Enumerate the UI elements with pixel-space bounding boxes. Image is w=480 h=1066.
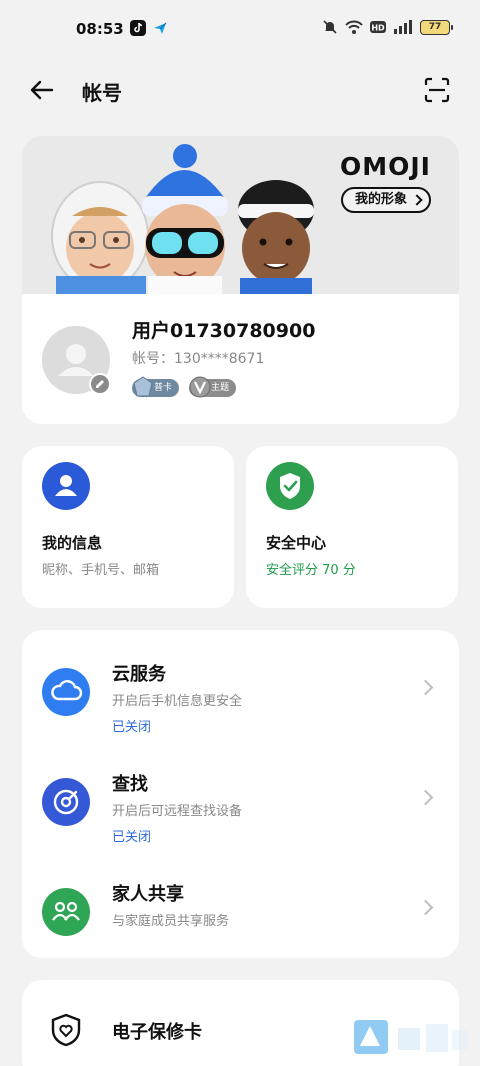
- my-info-subtitle: 昵称、手机号、邮箱: [42, 563, 160, 578]
- security-center-title: 安全中心: [266, 534, 327, 552]
- services-card: 云服务 开启后手机信息更安全 已关闭 查找 开启后可远程查找设备 已关闭 家人共…: [22, 630, 459, 958]
- family-sharing-row[interactable]: 家人共享 与家庭成员共享服务: [22, 880, 459, 980]
- avatar-edit-button[interactable]: [89, 373, 111, 395]
- watermark-logo: [354, 1020, 468, 1054]
- header: 帐号: [0, 68, 480, 112]
- my-info-card[interactable]: 我的信息 昵称、手机号、邮箱: [22, 446, 234, 608]
- status-right-icons: HD 77: [322, 19, 453, 35]
- user-name: 用户01730780900: [132, 320, 316, 342]
- account-number: 帐号：130****8671: [132, 351, 265, 367]
- omoji-logo: OMOJI: [340, 152, 431, 181]
- pencil-icon: [96, 380, 104, 388]
- battery-icon: 77: [420, 19, 453, 35]
- security-center-card[interactable]: 安全中心 安全评分 70 分: [246, 446, 458, 608]
- my-avatar-button[interactable]: 我的形象: [340, 187, 431, 213]
- page-title: 帐号: [82, 81, 122, 105]
- svg-text:HD: HD: [371, 24, 385, 33]
- omoji-banner[interactable]: OMOJI 我的形象: [22, 136, 459, 294]
- find-device-subtitle: 开启后可远程查找设备: [112, 804, 243, 819]
- family-icon: [42, 888, 90, 936]
- chevron-right-icon: [417, 789, 434, 806]
- family-sharing-title: 家人共享: [112, 884, 184, 905]
- status-time: 08:53: [76, 20, 124, 38]
- find-device-row[interactable]: 查找 开启后可远程查找设备 已关闭: [22, 770, 459, 870]
- warranty-title: 电子保修卡: [112, 1022, 202, 1043]
- find-device-status: 已关闭: [112, 830, 152, 845]
- chevron-right-icon: [417, 899, 434, 916]
- user-circle-icon: [42, 462, 90, 510]
- family-sharing-subtitle: 与家庭成员共享服务: [112, 914, 230, 929]
- card-badge[interactable]: 普卡: [132, 376, 180, 397]
- scan-button[interactable]: [424, 77, 450, 103]
- find-radar-icon: [42, 778, 90, 826]
- theme-badge-label: 主题: [211, 383, 230, 393]
- cloud-service-title: 云服务: [112, 664, 166, 685]
- status-app-icons: [130, 20, 168, 36]
- card-badge-label: 普卡: [154, 383, 173, 393]
- badges: 普卡 主题: [132, 376, 237, 398]
- chevron-right-icon: [417, 679, 434, 696]
- shield-check-icon: [266, 462, 314, 510]
- cloud-service-subtitle: 开启后手机信息更安全: [112, 694, 243, 709]
- shield-heart-icon: [51, 1013, 81, 1047]
- omoji-characters-illustration: [51, 144, 314, 294]
- cloud-icon: [42, 668, 90, 716]
- chevron-right-icon: [411, 194, 423, 206]
- security-score: 安全评分 70 分: [266, 563, 356, 578]
- cloud-service-row[interactable]: 云服务 开启后手机信息更安全 已关闭: [22, 660, 459, 760]
- my-avatar-button-label: 我的形象: [354, 192, 407, 207]
- signal-icon: [394, 20, 412, 34]
- status-bar: 08:53 HD 77: [0, 0, 480, 60]
- my-info-title: 我的信息: [42, 534, 103, 552]
- card-badge-icon: [133, 376, 153, 397]
- find-device-title: 查找: [112, 774, 148, 795]
- wifi-icon: [345, 20, 363, 34]
- profile-card: OMOJI 我的形象 用户01730780900 帐号：130****8671 …: [22, 136, 459, 424]
- mute-icon: [323, 20, 337, 34]
- theme-badge[interactable]: 主题: [189, 376, 237, 398]
- back-button[interactable]: [28, 76, 56, 104]
- tiktok-icon: [130, 20, 146, 36]
- v-theme-icon: [189, 376, 211, 398]
- cloud-service-status: 已关闭: [112, 720, 152, 735]
- plane-app-icon: [154, 22, 167, 34]
- hd-icon: HD: [370, 21, 386, 33]
